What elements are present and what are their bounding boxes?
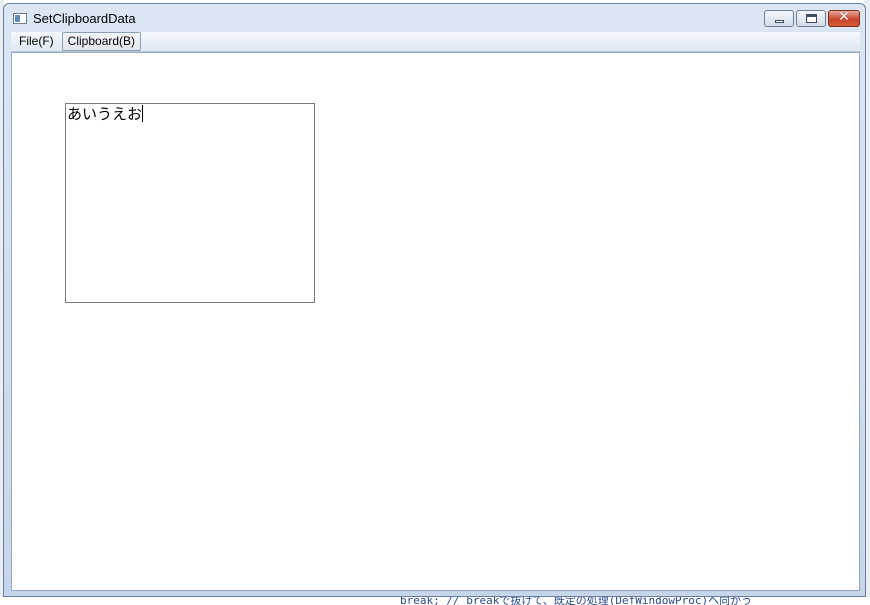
edit-box-text: あいうえお: [67, 105, 143, 123]
title-bar[interactable]: SetClipboardData ✕: [4, 4, 865, 32]
menu-file[interactable]: File(F): [13, 32, 60, 51]
main-window: SetClipboardData ✕ File(F) Clipboard(B) …: [3, 3, 866, 597]
menu-bar: File(F) Clipboard(B): [11, 32, 860, 52]
app-window-icon[interactable]: [13, 13, 27, 24]
close-icon: ✕: [838, 9, 850, 25]
maximize-button[interactable]: [796, 10, 826, 27]
maximize-icon: [806, 14, 817, 23]
window-title: SetClipboardData: [33, 11, 136, 26]
minimize-button[interactable]: [764, 10, 794, 27]
text-caret: [142, 105, 144, 122]
background-code-window: break; // breakで抜けて、既定の処理(DefWindowProc)…: [0, 597, 870, 605]
menu-clipboard[interactable]: Clipboard(B): [61, 32, 142, 51]
text-edit-box[interactable]: あいうえお: [65, 103, 315, 303]
background-code-line: break; // breakで抜けて、既定の処理(DefWindowProc)…: [400, 597, 753, 605]
caption-buttons: ✕: [762, 9, 860, 28]
close-button[interactable]: ✕: [828, 9, 860, 27]
client-area: あいうえお: [11, 52, 860, 591]
minimize-icon: [775, 20, 784, 23]
